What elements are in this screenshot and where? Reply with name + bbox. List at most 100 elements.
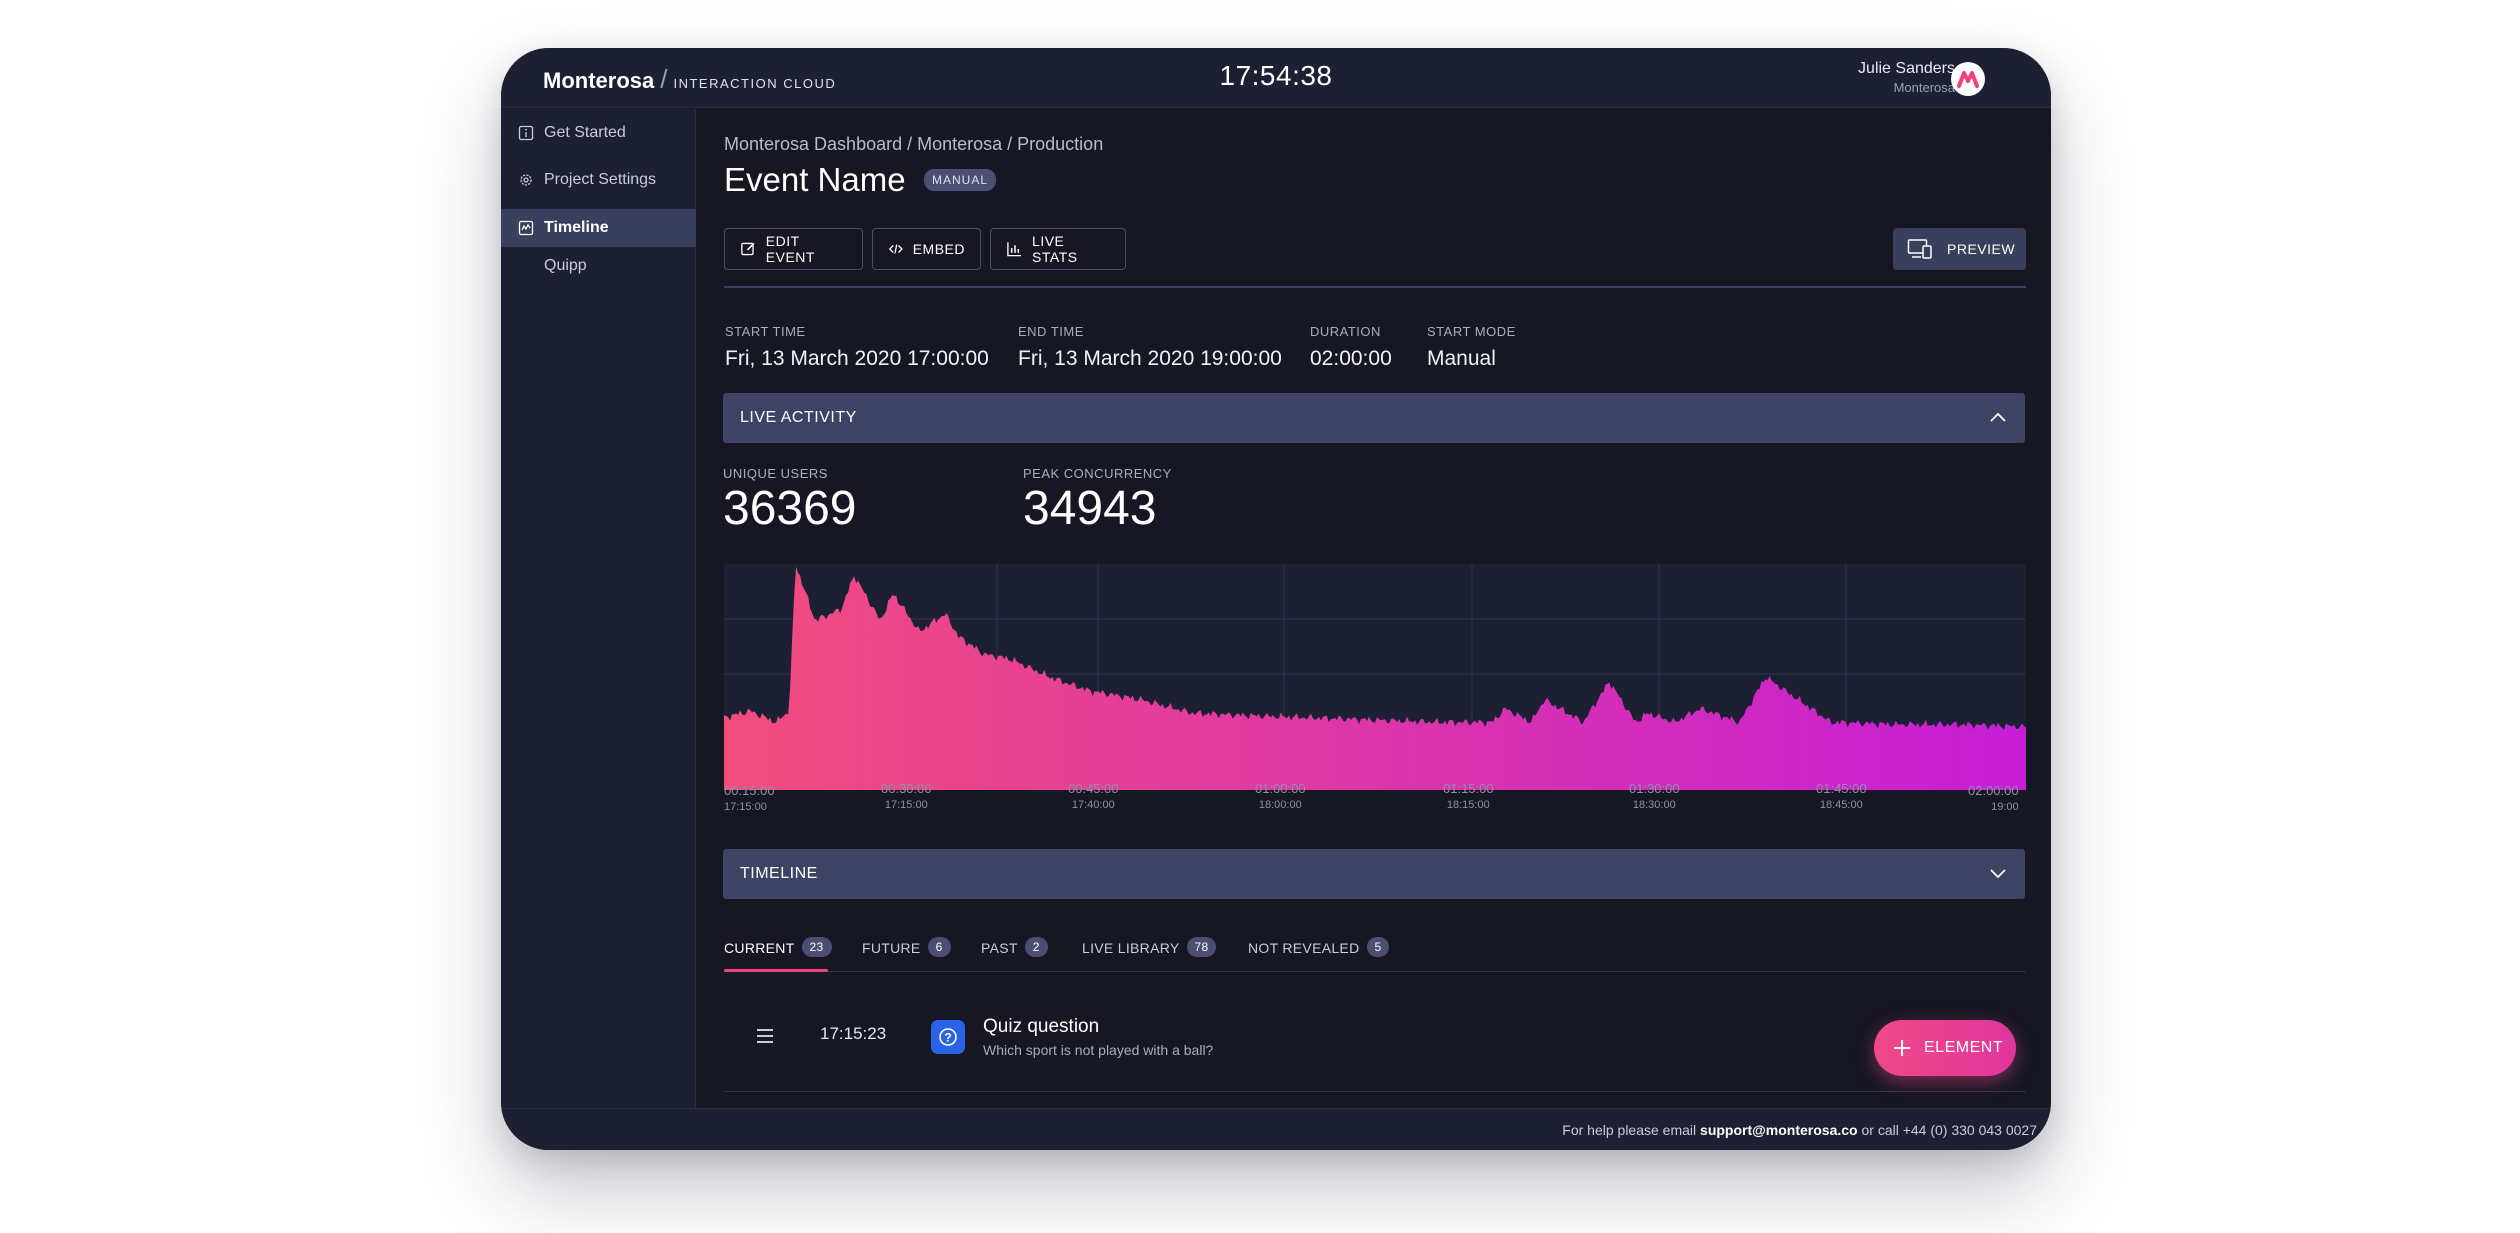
live-activity-header[interactable]: LIVE ACTIVITY (723, 393, 2025, 443)
x-tick-clock: 17:40:00 (1071, 799, 1115, 811)
x-tick-clock: 19:00 (1991, 801, 2019, 813)
tab-label: FUTURE (862, 940, 921, 956)
support-email-link[interactable]: support@monterosa.co (1700, 1122, 1858, 1138)
timeline-row[interactable]: 17:15:23 ? Quiz question Which sport is … (724, 1006, 2026, 1092)
code-icon (888, 244, 903, 254)
x-tick-clock: 18:45:00 (1819, 799, 1863, 811)
chevron-up-icon (1990, 412, 2006, 422)
help-phone: or call +44 (0) 330 043 0027 (1861, 1122, 2037, 1138)
tab-current[interactable]: CURRENT 23 (724, 937, 832, 972)
mode-badge: MANUAL (924, 169, 997, 191)
tab-label: NOT REVEALED (1248, 940, 1360, 956)
bar-chart-icon (1007, 242, 1022, 257)
timeline-icon (518, 220, 534, 236)
sidebar-subitem-quipp[interactable]: Quipp (544, 257, 587, 275)
x-tick-2: 00:45:00 17:40:00 (1068, 781, 1119, 811)
end-time-value: Fri, 13 March 2020 19:00:00 (1018, 347, 1282, 370)
end-time-label: END TIME (1018, 324, 1084, 339)
user-info[interactable]: Julie Sanders Monterosa (1858, 60, 1955, 95)
tab-label: CURRENT (724, 940, 795, 956)
footer: For help please email support@monterosa.… (501, 1108, 2051, 1150)
x-tick-6: 01:45:00 18:45:00 (1816, 781, 1867, 811)
edit-icon (741, 242, 755, 256)
tab-past[interactable]: PAST 2 (981, 937, 1048, 972)
tab-count-badge: 2 (1024, 937, 1048, 957)
page-title: Event Name (724, 161, 906, 198)
x-tick-7: 02:00:00 19:00 (1968, 783, 2019, 813)
breadcrumb[interactable]: Monterosa Dashboard / Monterosa / Produc… (724, 134, 1103, 155)
x-tick-clock: 17:15:00 (724, 801, 767, 813)
x-tick-3: 01:00:00 18:00:00 (1255, 781, 1306, 811)
peak-concurrency-label: PEAK CONCURRENCY (1023, 466, 1172, 481)
start-time-label: START TIME (725, 324, 806, 339)
live-stats-button[interactable]: LIVE STATS (990, 228, 1126, 270)
start-mode-label: START MODE (1427, 324, 1516, 339)
x-tick-elapsed: 01:30:00 (1629, 781, 1680, 796)
x-tick-elapsed: 00:30:00 (881, 781, 932, 796)
timeline-title: TIMELINE (740, 865, 818, 882)
divider (724, 286, 2026, 288)
row-title: Quiz question (983, 1016, 1100, 1037)
unique-users-value: 36369 (723, 482, 857, 535)
sidebar-item-label: Project Settings (544, 171, 657, 188)
activity-chart-svg (724, 564, 2026, 790)
row-time: 17:15:23 (820, 1024, 887, 1043)
avatar[interactable] (1951, 62, 1985, 96)
clock: 17:54:38 (1219, 60, 1333, 91)
gear-icon (520, 174, 532, 186)
tab-count-badge: 78 (1186, 937, 1217, 957)
x-tick-5: 01:30:00 18:30:00 (1629, 781, 1680, 811)
timeline-header[interactable]: TIMELINE (723, 849, 2025, 899)
sidebar-item-label: Timeline (544, 219, 609, 236)
chevron-down-icon (1990, 869, 2006, 879)
edit-event-button[interactable]: EDIT EVENT (724, 228, 863, 270)
activity-area-series (724, 566, 2026, 790)
add-element-label: ELEMENT (1924, 1039, 2004, 1056)
embed-button[interactable]: EMBED (872, 228, 981, 270)
x-tick-elapsed: 01:15:00 (1443, 781, 1494, 796)
help-prefix: For help please email (1562, 1122, 1697, 1138)
x-tick-clock: 17:15:00 (884, 799, 928, 811)
tab-future[interactable]: FUTURE 6 (862, 937, 951, 972)
live-stats-label: LIVE STATS (1032, 233, 1078, 265)
tab-live-library[interactable]: LIVE LIBRARY 78 (1082, 937, 1217, 972)
sidebar-item-get-started[interactable]: Get Started (501, 114, 696, 152)
x-tick-clock: 18:00:00 (1258, 799, 1302, 811)
unique-users-stat: UNIQUE USERS 36369 (723, 466, 856, 536)
top-bar: Monterosa / INTERACTION CLOUD 17:54:38 Jul… (501, 48, 2051, 108)
help-text: For help please email support@monterosa.… (1562, 1122, 2037, 1138)
drag-handle-icon[interactable] (757, 1029, 773, 1047)
x-tick-elapsed: 00:45:00 (1068, 781, 1119, 796)
timeline-tabs: CURRENT 23 FUTURE 6 PAST 2 LIVE LIBRARY 78 N… (724, 937, 2026, 972)
plus-icon (1894, 1040, 1910, 1056)
edit-event-label: EDIT EVENT (765, 233, 815, 265)
duration-value: 02:00:00 (1310, 347, 1392, 370)
duration-label: DURATION (1310, 324, 1381, 339)
sidebar-item-timeline[interactable]: Timeline (501, 209, 696, 247)
x-tick-elapsed: 02:00:00 (1968, 783, 2019, 798)
devices-icon (1907, 239, 1932, 259)
row-subtitle: Which sport is not played with a ball? (983, 1042, 1214, 1058)
sidebar-item-project-settings[interactable]: Project Settings (501, 161, 696, 199)
preview-label: PREVIEW (1947, 241, 2016, 257)
x-tick-clock: 18:15:00 (1446, 799, 1490, 811)
x-tick-4: 01:15:00 18:15:00 (1443, 781, 1494, 811)
start-time-field: START TIME Fri, 13 March 2020 17:00:00 (725, 324, 989, 371)
x-tick-elapsed: 00:15:00 (724, 783, 775, 798)
start-time-value: Fri, 13 March 2020 17:00:00 (725, 347, 989, 370)
svg-text:?: ? (944, 1031, 951, 1045)
preview-button[interactable]: PREVIEW (1893, 228, 2026, 270)
tab-not-revealed[interactable]: NOT REVEALED 5 (1248, 937, 1390, 972)
add-element-button[interactable]: ELEMENT (1874, 1020, 2016, 1076)
peak-concurrency-value: 34943 (1023, 482, 1157, 535)
tab-label: LIVE LIBRARY (1082, 940, 1180, 956)
x-tick-elapsed: 01:45:00 (1816, 781, 1867, 796)
user-name: Julie Sanders (1858, 60, 1955, 77)
live-activity-title: LIVE ACTIVITY (740, 409, 857, 426)
tab-label: PAST (981, 940, 1018, 956)
active-tab-indicator (724, 969, 828, 972)
info-icon (518, 125, 534, 141)
question-icon: ? (931, 1020, 965, 1054)
x-tick-elapsed: 01:00:00 (1255, 781, 1306, 796)
sidebar-item-label: Get Started (544, 124, 626, 141)
